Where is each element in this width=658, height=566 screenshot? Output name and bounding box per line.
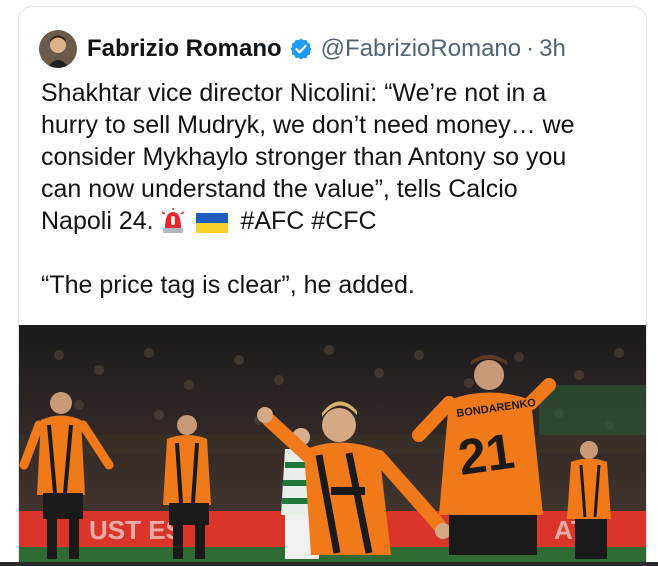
board-text-left: UST ES	[89, 515, 183, 545]
police-siren-emoji-icon	[161, 208, 184, 233]
football-celebration-image: UST ES AT BONDARENKO 21	[19, 325, 646, 565]
tweet-text-line: can now understand the value”, tells Cal…	[41, 175, 518, 203]
hashtags-link[interactable]: #AFC #CFC	[240, 207, 376, 235]
tweet-quote-line: “The price tag is clear”, he added.	[41, 271, 415, 299]
tweet-header: Fabrizio Romano @FabrizioRomano · 3h	[39, 29, 566, 69]
shirt-number: 21	[455, 423, 518, 486]
author-name[interactable]: Fabrizio Romano	[87, 35, 282, 63]
verified-badge-icon	[290, 38, 312, 60]
author-avatar[interactable]	[39, 30, 77, 68]
tweet-timestamp[interactable]: 3h	[539, 35, 566, 63]
tweet-card[interactable]: Fabrizio Romano @FabrizioRomano · 3h Sha…	[18, 6, 647, 565]
tweet-text-fragment: Napoli 24.	[41, 207, 154, 235]
tweet-text-line-5: Napoli 24. #AFC #CFC	[41, 205, 631, 237]
ukraine-flag-emoji-icon	[196, 213, 229, 233]
tweet-body: Shakhtar vice director Nicolini: “We’re …	[41, 77, 631, 301]
tweet-text-line: consider Mykhaylo stronger than Antony s…	[41, 143, 567, 171]
tweet-text-line: Shakhtar vice director Nicolini: “We’re …	[41, 79, 547, 107]
separator-dot: ·	[526, 35, 535, 62]
tweet-text-line: hurry to sell Mudryk, we don’t need mone…	[41, 111, 575, 139]
author-handle[interactable]: @FabrizioRomano	[321, 35, 521, 63]
bottom-divider	[0, 562, 658, 566]
tweet-photo[interactable]: UST ES AT BONDARENKO 21	[19, 325, 646, 565]
